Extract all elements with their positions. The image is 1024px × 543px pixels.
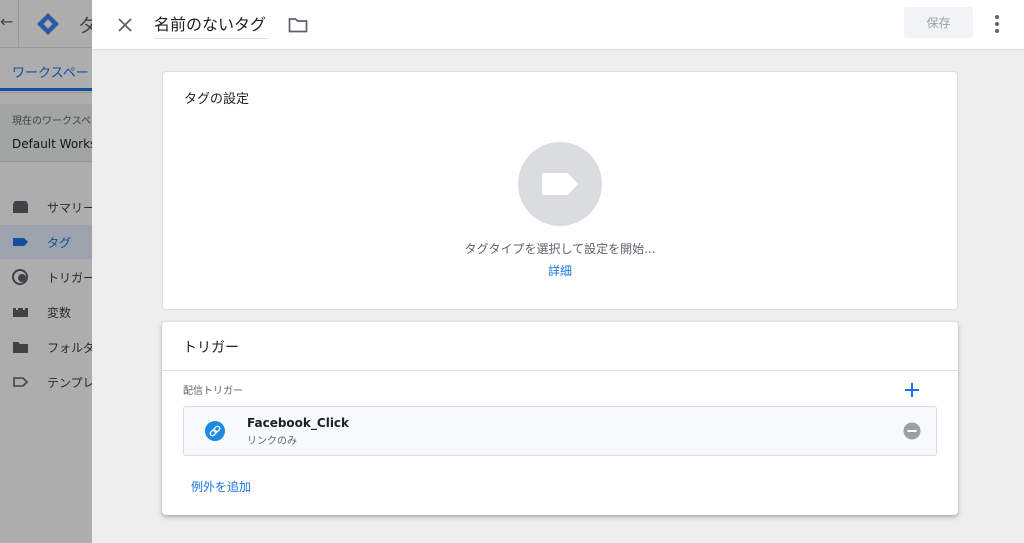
tag-configuration-title: タグの設定 (184, 92, 250, 107)
panel-header: 名前のないタグ 保存 (92, 0, 1024, 50)
close-icon[interactable] (112, 12, 138, 38)
add-icon[interactable] (902, 380, 922, 400)
remove-circle-icon[interactable] (903, 422, 921, 440)
tag-configuration-card: タグの設定 タグタイプを選択して設定を開始... 詳細 (162, 71, 958, 310)
folder-icon[interactable] (287, 14, 309, 36)
save-button[interactable]: 保存 (904, 7, 973, 38)
link-icon (209, 425, 221, 437)
add-exception-link[interactable]: 例外を追加 (191, 478, 251, 495)
trigger-type: リンクのみ (247, 436, 297, 447)
triggering-card: トリガー 配信トリガー Facebook_Click リンクのみ 例外を追加 (162, 322, 958, 515)
trigger-name: Facebook_Click (247, 416, 350, 430)
details-link-row: 詳細 (163, 262, 957, 279)
tag-icon (542, 173, 578, 195)
details-link[interactable]: 詳細 (548, 264, 572, 278)
triggering-title: トリガー (183, 340, 239, 356)
tag-type-hint: タグタイプを選択して設定を開始... (464, 242, 656, 256)
link-icon-badge (205, 421, 225, 441)
tag-name-field[interactable]: 名前のないタグ (154, 11, 269, 39)
card-divider (162, 370, 958, 371)
tag-type-selector[interactable] (518, 142, 602, 226)
more-vert-icon[interactable] (988, 12, 1006, 36)
trigger-row[interactable]: Facebook_Click リンクのみ (183, 406, 937, 456)
firing-triggers-label: 配信トリガー (183, 386, 243, 397)
tag-editor-panel: 名前のないタグ 保存 タグの設定 タグタイプを選択して設定を開始... 詳細 ト… (92, 0, 1024, 543)
